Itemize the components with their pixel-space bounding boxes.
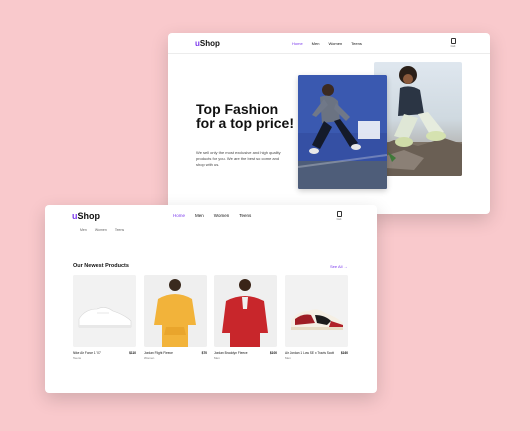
nav-home[interactable]: Home bbox=[292, 41, 303, 46]
nav-teens[interactable]: Teens bbox=[351, 41, 362, 46]
product-card[interactable]: Jordan Brooklyn Fleece $100 Men bbox=[214, 275, 277, 365]
product-name: Jordan Brooklyn Fleece bbox=[214, 351, 248, 355]
product-category: Men bbox=[285, 356, 291, 360]
product-card[interactable]: Jordan Flight Fleece $70 Women bbox=[144, 275, 207, 365]
product-price: $160 bbox=[340, 351, 348, 355]
homepage-window: uShop Home Men Women Teens Cart Top Fash… bbox=[168, 33, 490, 214]
hero-photo-woman bbox=[374, 62, 462, 176]
nav-links: Home Men Women Teens bbox=[292, 41, 362, 46]
product-image-white-sneaker[interactable] bbox=[73, 275, 136, 347]
category-subnav: Men Women Teens bbox=[80, 228, 124, 232]
products-window: uShop Home Men Women Teens Cart Men Wome… bbox=[45, 205, 377, 393]
product-image-red-black-sneaker[interactable] bbox=[285, 275, 348, 347]
nav-home[interactable]: Home bbox=[173, 213, 185, 218]
product-image-yellow-hoodie[interactable] bbox=[144, 275, 207, 347]
top-nav: uShop Home Men Women Teens Cart bbox=[45, 205, 377, 227]
subnav-men[interactable]: Men bbox=[80, 228, 87, 232]
see-all-link[interactable]: See All → bbox=[330, 264, 348, 269]
nav-links: Home Men Women Teens bbox=[173, 213, 251, 218]
product-name: Air Jordan 1 Low SE x Travis Scott bbox=[285, 351, 335, 355]
nav-men[interactable]: Men bbox=[312, 41, 320, 46]
product-name: Nike Air Force 1 '07 bbox=[73, 351, 101, 355]
cart-icon bbox=[336, 211, 342, 217]
product-price: $110 bbox=[129, 351, 136, 355]
product-card[interactable]: Air Jordan 1 Low SE x Travis Scott $160 … bbox=[285, 275, 348, 365]
product-category: Women bbox=[144, 356, 155, 360]
product-price: $100 bbox=[269, 351, 277, 355]
nav-men[interactable]: Men bbox=[195, 213, 204, 218]
cart-icon bbox=[450, 38, 456, 44]
top-nav: uShop Home Men Women Teens Cart bbox=[168, 33, 490, 54]
product-name: Jordan Flight Fleece bbox=[144, 351, 173, 355]
nav-women[interactable]: Women bbox=[328, 41, 342, 46]
nav-teens[interactable]: Teens bbox=[239, 213, 251, 218]
product-card[interactable]: Nike Air Force 1 '07 $110 Teens bbox=[73, 275, 136, 365]
logo[interactable]: uShop bbox=[195, 39, 220, 48]
hero-title: Top Fashion for a top price! bbox=[196, 101, 295, 131]
cart-button[interactable]: Cart bbox=[449, 38, 457, 48]
product-image-red-sweatshirt[interactable] bbox=[214, 275, 277, 347]
logo[interactable]: uShop bbox=[72, 211, 100, 221]
section-title: Our Newest Products bbox=[73, 263, 129, 269]
subnav-women[interactable]: Women bbox=[95, 228, 107, 232]
nav-women[interactable]: Women bbox=[214, 213, 229, 218]
product-category: Men bbox=[214, 356, 220, 360]
hero-photo-man bbox=[298, 75, 387, 189]
product-category: Teens bbox=[73, 356, 82, 360]
subnav-teens[interactable]: Teens bbox=[115, 228, 124, 232]
product-price: $70 bbox=[201, 351, 207, 355]
hero-description: We sell only the most exclusive and high… bbox=[196, 150, 281, 167]
arrow-right-icon: → bbox=[343, 264, 348, 269]
cart-button[interactable]: Cart bbox=[335, 211, 343, 221]
